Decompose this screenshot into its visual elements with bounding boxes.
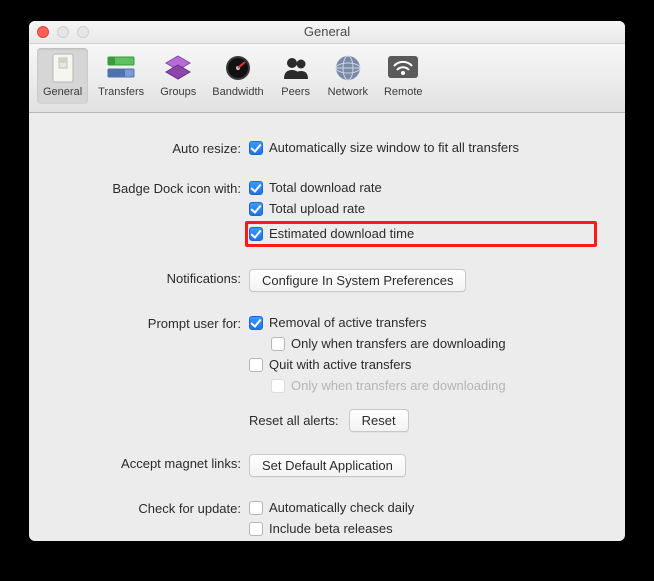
checkbox-icon — [249, 501, 263, 515]
groups-icon — [162, 52, 194, 84]
checkbox-removal-only-downloading[interactable]: Only when transfers are downloading — [271, 335, 597, 353]
checkbox-icon — [249, 316, 263, 330]
tab-groups[interactable]: Groups — [154, 48, 202, 104]
checkbox-beta-releases[interactable]: Include beta releases — [249, 520, 597, 538]
tab-label: Groups — [160, 86, 196, 98]
checkbox-icon — [249, 141, 263, 155]
checkbox-icon — [249, 358, 263, 372]
transfers-icon — [105, 52, 137, 84]
reset-alerts-button[interactable]: Reset — [349, 409, 409, 432]
label-reset-alerts: Reset all alerts: — [249, 413, 339, 428]
checkbox-label: Quit with active transfers — [269, 356, 411, 374]
label-notifications: Notifications: — [57, 269, 249, 286]
spacer — [57, 409, 249, 411]
switch-icon — [47, 52, 79, 84]
tab-label: Transfers — [98, 86, 144, 98]
toolbar: General Transfers Groups Bandwidth Peers — [29, 44, 625, 113]
tab-general[interactable]: General — [37, 48, 88, 104]
label-auto-resize: Auto resize: — [57, 139, 249, 156]
label-magnet: Accept magnet links: — [57, 454, 249, 471]
label-prompt: Prompt user for: — [57, 314, 249, 331]
tab-label: Bandwidth — [212, 86, 263, 98]
highlight-box: Estimated download time — [245, 221, 597, 247]
preferences-window: General General Transfers Groups Bandwid… — [29, 21, 625, 541]
tab-label: Network — [328, 86, 368, 98]
checkbox-quit-active[interactable]: Quit with active transfers — [249, 356, 597, 374]
checkbox-label: Automatically size window to fit all tra… — [269, 139, 519, 157]
checkbox-removal-active[interactable]: Removal of active transfers — [249, 314, 597, 332]
tab-transfers[interactable]: Transfers — [92, 48, 150, 104]
checkbox-check-daily[interactable]: Automatically check daily — [249, 499, 597, 517]
tab-label: Peers — [281, 86, 310, 98]
tab-label: General — [43, 86, 82, 98]
checkbox-estimated-download-time[interactable]: Estimated download time — [249, 225, 414, 243]
set-default-app-button[interactable]: Set Default Application — [249, 454, 406, 477]
checkbox-icon — [249, 227, 263, 241]
tab-peers[interactable]: Peers — [274, 48, 318, 104]
globe-icon — [332, 52, 364, 84]
label-update: Check for update: — [57, 499, 249, 516]
wifi-icon — [387, 52, 419, 84]
checkbox-label: Only when transfers are downloading — [291, 335, 506, 353]
checkbox-label: Total upload rate — [269, 200, 365, 218]
configure-notifications-button[interactable]: Configure In System Preferences — [249, 269, 466, 292]
checkbox-icon — [249, 522, 263, 536]
gauge-icon — [222, 52, 254, 84]
checkbox-label: Estimated download time — [269, 225, 414, 243]
checkbox-icon — [271, 379, 285, 393]
checkbox-auto-resize[interactable]: Automatically size window to fit all tra… — [249, 139, 597, 157]
checkbox-total-upload-rate[interactable]: Total upload rate — [249, 200, 597, 218]
checkbox-label: Removal of active transfers — [269, 314, 427, 332]
checkbox-label: Include beta releases — [269, 520, 393, 538]
tab-label: Remote — [384, 86, 423, 98]
checkbox-total-download-rate[interactable]: Total download rate — [249, 179, 597, 197]
checkbox-label: Only when transfers are downloading — [291, 377, 506, 395]
content-pane: Auto resize: Automatically size window t… — [29, 113, 625, 541]
tab-remote[interactable]: Remote — [378, 48, 429, 104]
people-icon — [280, 52, 312, 84]
titlebar: General — [29, 21, 625, 44]
window-title: General — [29, 24, 625, 39]
checkbox-label: Total download rate — [269, 179, 382, 197]
label-badge: Badge Dock icon with: — [57, 179, 249, 196]
checkbox-icon — [271, 337, 285, 351]
tab-network[interactable]: Network — [322, 48, 374, 104]
tab-bandwidth[interactable]: Bandwidth — [206, 48, 269, 104]
checkbox-icon — [249, 202, 263, 216]
checkbox-label: Automatically check daily — [269, 499, 414, 517]
checkbox-quit-only-downloading: Only when transfers are downloading — [271, 377, 597, 395]
checkbox-icon — [249, 181, 263, 195]
